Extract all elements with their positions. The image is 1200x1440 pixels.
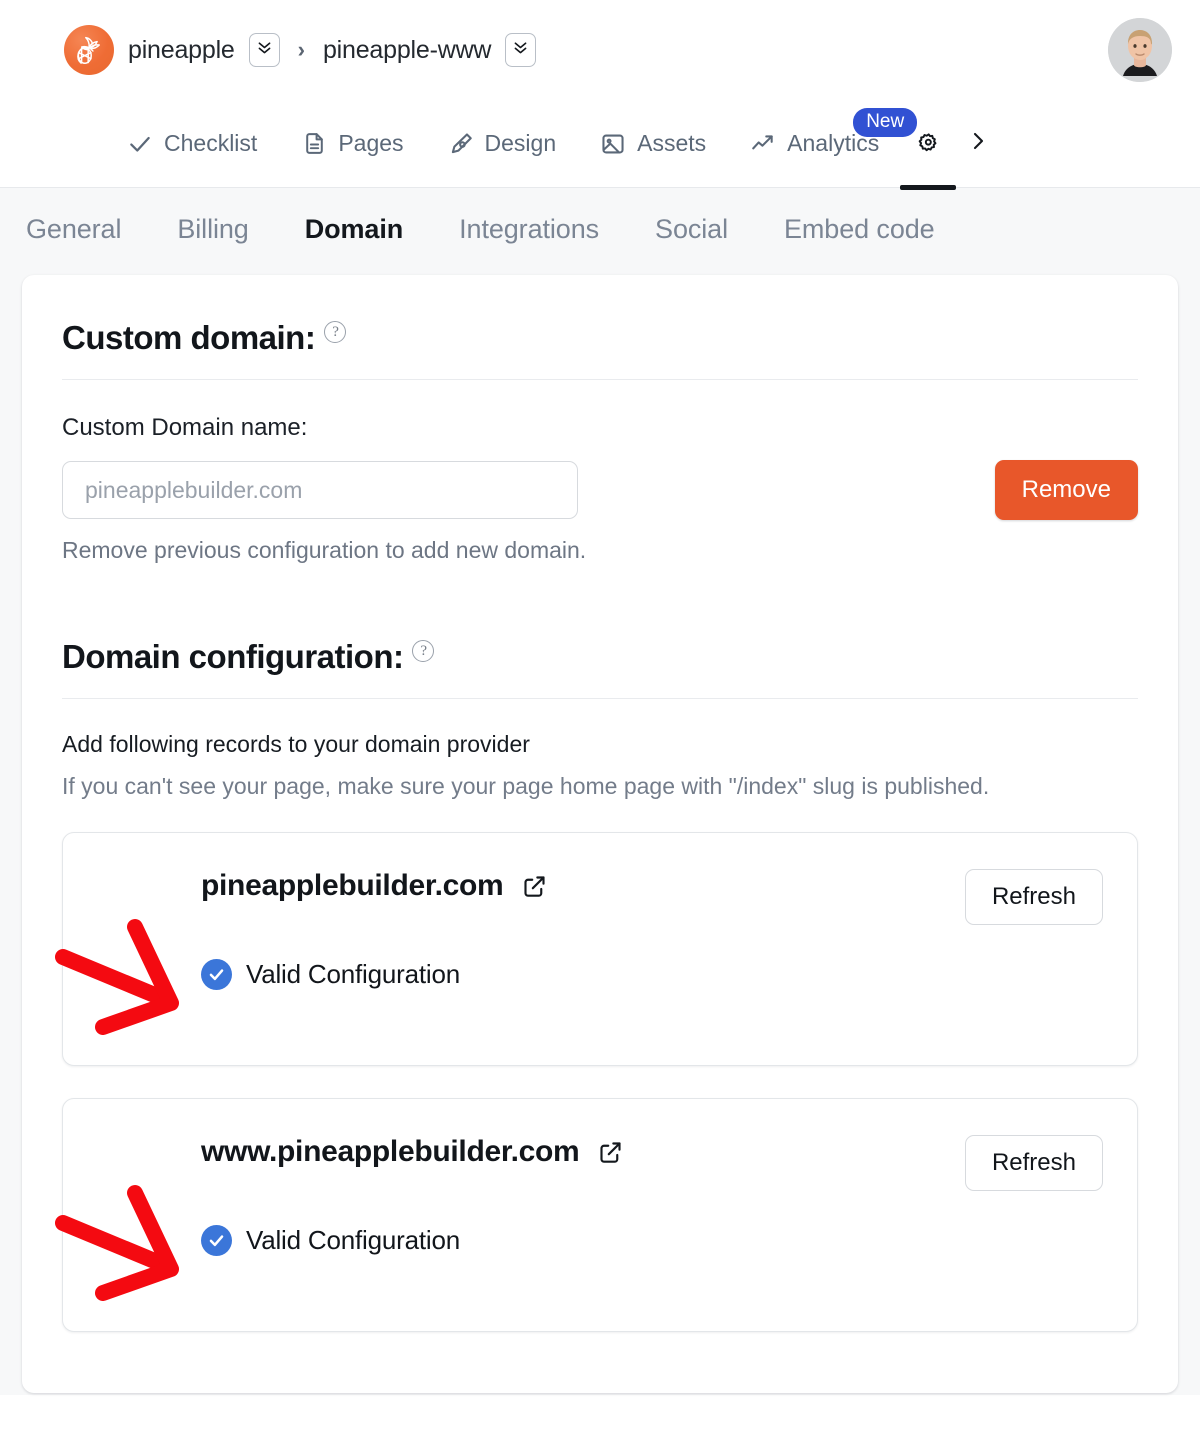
- nav-item-analytics[interactable]: Analytics New: [728, 100, 918, 188]
- nav-item-settings[interactable]: [901, 100, 955, 188]
- nav-label: Pages: [338, 130, 404, 156]
- breadcrumb: pineapple › pineapple-www: [64, 25, 537, 75]
- subtab-domain[interactable]: Domain: [277, 214, 431, 245]
- chevron-double-down-icon: [512, 39, 529, 61]
- domain-name: pineapplebuilder.com: [201, 869, 504, 902]
- pen-tool-icon: [448, 131, 474, 157]
- domain-name-group: www.pineapplebuilder.com: [201, 1135, 624, 1169]
- image-icon: [600, 131, 626, 157]
- refresh-button[interactable]: Refresh: [964, 869, 1103, 925]
- domain-record-card: pineapplebuilder.com Refresh Valid Confi…: [55, 832, 1138, 1066]
- nav-item-checklist[interactable]: Checklist: [105, 100, 279, 188]
- external-link-icon[interactable]: [597, 1139, 624, 1166]
- domain-name-group: pineapplebuilder.com: [201, 869, 548, 903]
- main-navigation: Checklist Pages Design Assets Analytics …: [0, 100, 1200, 188]
- question-mark-circle-icon[interactable]: ?: [412, 640, 435, 662]
- pineapple-logo-icon: [64, 25, 114, 75]
- custom-domain-row: Remove: [62, 460, 1138, 520]
- domain-record-card: www.pineapplebuilder.com Refresh Valid C…: [55, 1098, 1138, 1332]
- domain-status-text: Valid Configuration: [246, 1225, 460, 1255]
- domain-configuration-note: If you can't see your page, make sure yo…: [62, 773, 990, 799]
- settings-subnav-bar: General Billing Domain Integrations Soci…: [0, 188, 1200, 275]
- nav-overflow-button[interactable]: [961, 127, 995, 161]
- nav-label: Checklist: [164, 130, 258, 156]
- section-title-text: Domain configuration:: [62, 638, 404, 675]
- settings-panel: Custom domain: ? Custom Domain name: Rem…: [22, 275, 1178, 1393]
- project-name[interactable]: pineapple-www: [323, 36, 492, 65]
- chevron-double-down-icon: [256, 39, 273, 61]
- nav-item-pages[interactable]: Pages: [279, 100, 425, 188]
- domain-name: www.pineapplebuilder.com: [201, 1135, 580, 1168]
- project-dropdown-button[interactable]: [505, 33, 537, 67]
- content-background: Custom domain: ? Custom Domain name: Rem…: [0, 275, 1200, 1395]
- external-link-icon[interactable]: [521, 873, 548, 900]
- nav-label: Assets: [637, 130, 707, 156]
- nav-label: Design: [484, 130, 557, 156]
- subtab-billing[interactable]: Billing: [149, 214, 276, 245]
- nav-item-assets[interactable]: Assets: [578, 100, 728, 188]
- custom-domain-hint: Remove previous configuration to add new…: [62, 537, 587, 563]
- domain-status-row: Valid Configuration: [201, 959, 1103, 990]
- custom-domain-input[interactable]: [62, 461, 578, 519]
- check-circle-icon: [201, 1225, 232, 1256]
- check-icon: [127, 131, 153, 157]
- remove-button[interactable]: Remove: [994, 460, 1138, 520]
- trend-up-icon: [750, 131, 776, 157]
- domain-status-row: Valid Configuration: [201, 1225, 1103, 1256]
- settings-subnav: General Billing Domain Integrations Soci…: [0, 188, 1200, 275]
- refresh-button[interactable]: Refresh: [964, 1135, 1103, 1191]
- question-mark-circle-icon[interactable]: ?: [324, 321, 347, 343]
- avatar[interactable]: [1108, 18, 1172, 82]
- custom-domain-field-label: Custom Domain name:: [62, 414, 308, 441]
- domain-configuration-instruction: Add following records to your domain pro…: [62, 731, 530, 757]
- check-circle-icon: [201, 959, 232, 990]
- subtab-embed-code[interactable]: Embed code: [756, 214, 963, 245]
- workspace-dropdown-button[interactable]: [248, 33, 280, 67]
- custom-domain-heading: Custom domain: ?: [62, 319, 1138, 380]
- top-bar: pineapple › pineapple-www: [0, 0, 1200, 100]
- nav-item-design[interactable]: Design: [426, 100, 579, 188]
- gear-icon: [915, 131, 941, 157]
- workspace-name[interactable]: pineapple: [128, 36, 235, 65]
- chevron-right-icon: [966, 129, 990, 158]
- subtab-integrations[interactable]: Integrations: [431, 214, 627, 245]
- domain-record-header: pineapplebuilder.com Refresh: [97, 869, 1103, 925]
- subtab-social[interactable]: Social: [627, 214, 756, 245]
- domain-record-header: www.pineapplebuilder.com Refresh: [97, 1135, 1103, 1191]
- page-title: Custom domain:: [62, 319, 316, 356]
- breadcrumb-separator: ›: [297, 37, 305, 62]
- app-root: pineapple › pineapple-www Checklist Page…: [0, 0, 1200, 1440]
- domain-configuration-heading: Domain configuration: ?: [62, 638, 1138, 699]
- domain-status-text: Valid Configuration: [246, 959, 460, 989]
- subtab-general[interactable]: General: [26, 214, 149, 245]
- document-icon: [301, 131, 327, 157]
